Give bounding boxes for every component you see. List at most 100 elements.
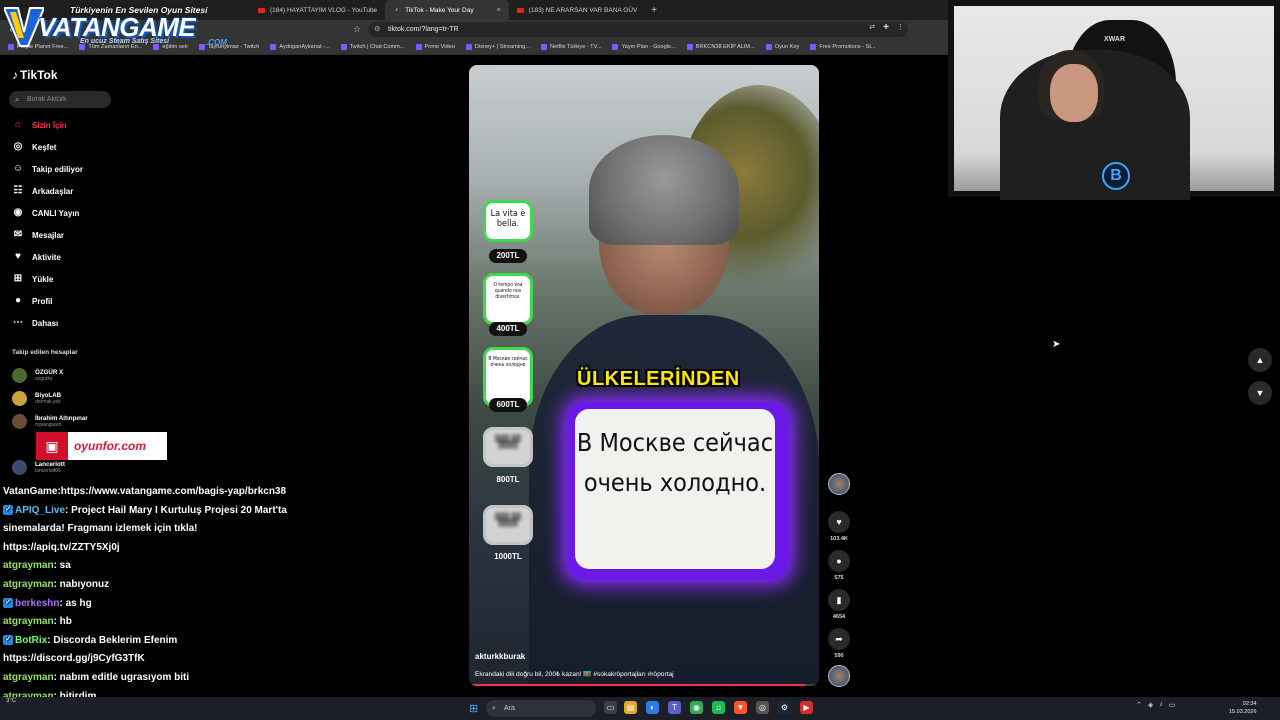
- bookmark-favicon-icon: [415, 43, 422, 50]
- clock-time: 02:34: [1242, 701, 1257, 707]
- brave-icon[interactable]: ▼: [734, 701, 747, 714]
- save-count: 4654: [832, 614, 846, 620]
- sidebar-item-label: Takip ediliyor: [32, 164, 83, 174]
- sidebar-item-live[interactable]: ◉ CANLI Yayın: [12, 205, 80, 221]
- bookmark-item[interactable]: Yayın Plan - Google...: [612, 43, 676, 50]
- tab-youtube-guv[interactable]: (183) NE ARARSAN VAR BANA GÜV: [509, 0, 646, 20]
- following-accounts-title: Takip edilen hesaplar: [12, 349, 78, 356]
- sidebar-item-activity[interactable]: ♥ Aktivite: [12, 249, 61, 265]
- bookmark-icon: ▮: [828, 589, 850, 611]
- video-progress-bar[interactable]: [469, 684, 819, 686]
- search-input[interactable]: ⌕ Burak Aktürk: [9, 91, 111, 108]
- bookmark-item[interactable]: AydoganAykanat -...: [270, 43, 330, 50]
- weather-widget[interactable]: 3°C: [6, 698, 16, 704]
- site-info-icon[interactable]: ⚙: [374, 22, 380, 37]
- price-label: 800TL: [496, 475, 520, 484]
- streamer-logo: B: [1102, 162, 1130, 190]
- close-tab-icon[interactable]: ×: [497, 7, 501, 14]
- edge-icon[interactable]: ◐: [646, 701, 659, 714]
- extensions-area: ⇄ ✚ ⋮: [869, 23, 904, 31]
- mouse-cursor-icon: ➤: [1052, 339, 1061, 350]
- video-progress-fill: [469, 684, 805, 686]
- media-app-icon[interactable]: ▶: [800, 701, 813, 714]
- bookmark-favicon-icon: [270, 43, 277, 50]
- chevron-up-icon: ▲: [1255, 355, 1265, 365]
- volume-icon[interactable]: ♪: [1159, 701, 1163, 709]
- avatar: [12, 367, 27, 383]
- followed-account[interactable]: ÖZGÜR Xozgurks: [12, 365, 63, 385]
- task-view-icon[interactable]: ▭: [604, 701, 617, 714]
- video-headline: ÜLKELERİNDEN: [577, 368, 740, 390]
- bookmark-item[interactable]: Netflix Türkiye - TV...: [540, 43, 602, 50]
- chat-username: atgrayman: [3, 579, 54, 590]
- sidebar-item-profile[interactable]: ● Profil: [12, 293, 52, 309]
- bookmark-item[interactable]: Twitch | Chat Comm...: [340, 43, 405, 50]
- next-video-button[interactable]: ▼: [1248, 381, 1272, 405]
- tab-tiktok[interactable]: ♪ TikTok - Make Your Day ×: [385, 0, 509, 20]
- sidebar-item-label: Dahası: [32, 318, 59, 328]
- sidebar-item-messages[interactable]: ✉ Mesajlar: [12, 227, 64, 243]
- file-explorer-icon[interactable]: ▤: [624, 701, 637, 714]
- tiktok-icon: ♪: [395, 6, 399, 13]
- bookmark-item[interactable]: Free Promotions - St...: [810, 43, 876, 50]
- upload-icon: ⊞: [13, 273, 23, 284]
- share-button[interactable]: ➦ 590: [828, 628, 850, 659]
- bookmark-label: Netflix Türkiye - TV...: [549, 43, 602, 50]
- spotify-icon[interactable]: ♫: [712, 701, 725, 714]
- share-icon: ➦: [828, 628, 850, 650]
- video-author[interactable]: akturkkburak: [475, 652, 525, 661]
- translate-icon[interactable]: ⇄: [869, 23, 875, 31]
- save-button[interactable]: ▮ 4654: [828, 589, 850, 620]
- sidebar-item-compass[interactable]: ◎ Keşfet: [12, 139, 57, 155]
- price-label: 200TL: [489, 249, 527, 263]
- taskbar-clock[interactable]: 02:34 15.03.2026: [1229, 700, 1257, 716]
- chat-text: : as hg: [59, 597, 92, 609]
- network-icon[interactable]: ◈: [1148, 701, 1153, 709]
- music-disc-button[interactable]: [828, 665, 850, 687]
- comment-count: 575: [834, 575, 844, 581]
- url-input[interactable]: ⚙ tiktok.com/?lang=tr-TR: [368, 22, 908, 37]
- steam-icon[interactable]: ⚙: [778, 701, 791, 714]
- like-button[interactable]: ♥ 103.4K: [828, 511, 850, 542]
- taskbar-search[interactable]: ⌕ Ara: [486, 700, 596, 717]
- battery-icon[interactable]: ▭: [1169, 701, 1176, 709]
- followed-account[interactable]: BiyoLAB dormak.yok: [12, 388, 61, 408]
- teams-icon[interactable]: T: [668, 701, 681, 714]
- music-disc-icon: [828, 665, 850, 687]
- tray-chevron-icon[interactable]: ⌃: [1136, 701, 1142, 709]
- menu-dots-icon[interactable]: ⋮: [897, 23, 904, 31]
- chat-text: : hb: [53, 616, 72, 628]
- tiktok-video[interactable]: La vita è bella. 200TL O tempo voa quando …: [469, 65, 819, 686]
- windows-start-icon[interactable]: ⊞: [469, 702, 478, 715]
- bookmark-item[interactable]: Oyun Key: [765, 43, 799, 50]
- bookmark-item[interactable]: Disney+ | Streaming...: [465, 43, 530, 50]
- clock-date: 15.03.2026: [1229, 709, 1257, 715]
- followed-account[interactable]: Lancerlott lancerlott06: [12, 457, 65, 477]
- bookmark-item[interactable]: Prime Video: [415, 43, 455, 50]
- bookmark-favicon-icon: [465, 43, 472, 50]
- price-quote-card: O tempo voa quando nos divertimos.: [483, 273, 533, 325]
- sidebar-item-friends[interactable]: ☷ Arkadaşlar: [12, 183, 74, 199]
- tab-youtube-vlog[interactable]: (184) HAYATTAYIM VLOG - YouTube: [250, 0, 385, 20]
- creator-avatar-button[interactable]: [828, 473, 850, 495]
- comment-button[interactable]: ● 575: [828, 550, 850, 581]
- followed-account[interactable]: İbrahim Altınpınar rojvanguard: [12, 411, 88, 431]
- sidebar-item-home[interactable]: ⌂ Sizin İçin: [12, 117, 67, 133]
- chat-message: https://apiq.tv/ZZTY5Xj0j: [3, 542, 120, 553]
- tiktok-logo[interactable]: ♪ TikTok: [12, 68, 58, 82]
- chrome-icon[interactable]: ◉: [690, 701, 703, 714]
- previous-video-button[interactable]: ▲: [1248, 348, 1272, 372]
- sidebar-item-more[interactable]: ⋯ Dahası: [12, 315, 58, 331]
- sidebar-item-following[interactable]: ☺ Takip ediliyor: [12, 161, 83, 177]
- new-tab-button[interactable]: +: [645, 5, 663, 16]
- bookmark-favicon-icon: [686, 43, 693, 50]
- bookmark-item[interactable]: BRKCN38 EKİP ALIM...: [686, 43, 755, 50]
- sidebar-item-upload[interactable]: ⊞ Yükle: [12, 271, 54, 287]
- obs-icon[interactable]: ◎: [756, 701, 769, 714]
- video-person-hat: [589, 135, 739, 245]
- extension-puzzle-icon[interactable]: ✚: [883, 23, 889, 31]
- bookmark-star-icon[interactable]: ☆: [350, 22, 364, 36]
- chat-text: https://apiq.tv/ZZTY5Xj0j: [3, 541, 120, 553]
- friends-icon: ☷: [13, 185, 23, 196]
- chat-text: https://discord.gg/j9CyfG3TfK: [3, 653, 145, 665]
